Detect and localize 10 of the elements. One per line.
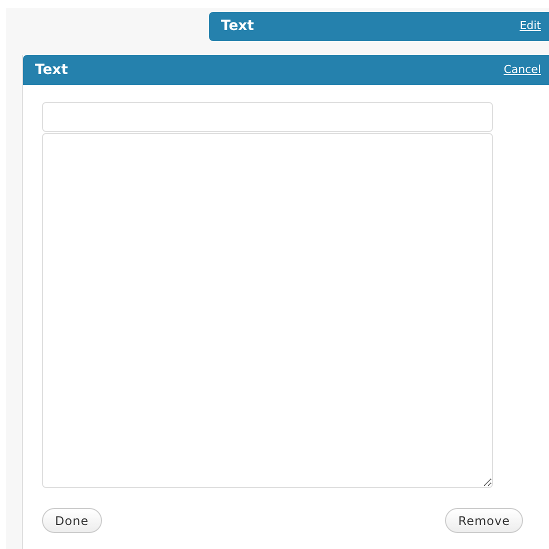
done-button[interactable]: Done [42,508,102,533]
widget-header[interactable]: Text Cancel [23,55,549,85]
text-area-field[interactable] [42,133,493,488]
widget-title: Text [35,60,68,80]
widget-header[interactable]: Text Edit [209,12,549,41]
title-input-field[interactable] [42,102,493,132]
edit-link[interactable]: Edit [520,18,541,35]
remove-button[interactable]: Remove [445,508,523,533]
widget-title: Text [221,17,254,36]
cancel-link[interactable]: Cancel [504,62,541,78]
